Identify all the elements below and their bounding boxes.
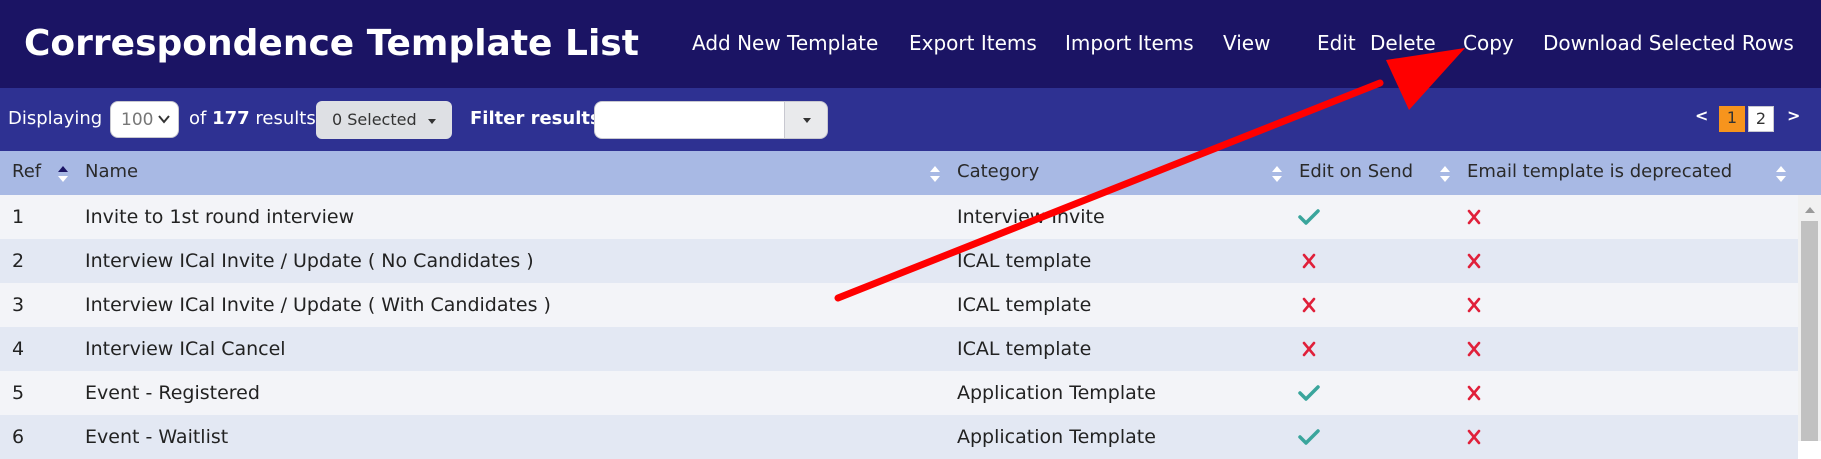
cross-icon (1463, 428, 1485, 446)
cell-category: Interview Invite (957, 206, 1105, 228)
page-size-select[interactable]: 100 (110, 101, 179, 138)
of-label: of (189, 108, 207, 129)
cell-name: Interview ICal Invite / Update ( With Ca… (85, 294, 551, 316)
cross-icon (1298, 252, 1320, 270)
sort-icon[interactable] (1271, 164, 1283, 184)
column-header-name[interactable]: Name (85, 161, 138, 182)
caret-down-icon (428, 119, 436, 124)
add-new-template-button[interactable]: Add New Template (692, 30, 878, 56)
cell-category: ICAL template (957, 338, 1092, 360)
check-icon (1298, 384, 1320, 402)
page-1-button[interactable]: 1 (1719, 106, 1745, 132)
results-count: of 177 results (189, 108, 316, 130)
column-header-ref[interactable]: Ref (12, 161, 41, 182)
cell-ref: 4 (12, 338, 25, 360)
cell-category: Application Template (957, 382, 1156, 404)
cell-name: Event - Registered (85, 382, 260, 404)
page-title: Correspondence Template List (24, 23, 639, 64)
edit-button[interactable]: Edit (1317, 30, 1356, 56)
cross-icon (1463, 252, 1485, 270)
cell-ref: 1 (12, 206, 25, 228)
cell-name: Interview ICal Cancel (85, 338, 286, 360)
column-header-category[interactable]: Category (957, 161, 1039, 182)
cell-name: Event - Waitlist (85, 426, 229, 448)
vertical-scrollbar[interactable] (1798, 195, 1821, 441)
cross-icon (1463, 340, 1485, 358)
page-2-button[interactable]: 2 (1748, 106, 1774, 132)
filter-input[interactable] (594, 101, 784, 139)
cell-ref: 3 (12, 294, 25, 316)
cell-name: Invite to 1st round interview (85, 206, 355, 228)
delete-button[interactable]: Delete (1370, 30, 1436, 56)
page-size-value: 100 (121, 110, 154, 130)
cell-category: Application Template (957, 426, 1156, 448)
export-items-button[interactable]: Export Items (909, 30, 1037, 56)
cross-icon (1463, 384, 1485, 402)
filter-dropdown-button[interactable] (784, 101, 828, 139)
copy-button[interactable]: Copy (1463, 30, 1514, 56)
cross-icon (1298, 296, 1320, 314)
displaying-label: Displaying (8, 108, 103, 129)
column-header-deprecated[interactable]: Email template is deprecated (1467, 161, 1732, 182)
filter-label: Filter results (470, 108, 601, 129)
cell-ref: 6 (12, 426, 25, 448)
scroll-up-arrow-icon[interactable] (1805, 207, 1815, 213)
total-results: 177 (212, 108, 250, 129)
check-icon (1298, 428, 1320, 446)
cross-icon (1463, 296, 1485, 314)
next-page-button[interactable]: > (1787, 106, 1800, 125)
scrollbar-thumb[interactable] (1801, 221, 1818, 441)
view-button[interactable]: View (1223, 30, 1270, 56)
check-icon (1298, 208, 1320, 226)
sort-icon[interactable] (1775, 164, 1787, 184)
cell-ref: 2 (12, 250, 25, 272)
download-selected-rows-button[interactable]: Download Selected Rows (1543, 30, 1794, 56)
sort-icon[interactable] (1439, 164, 1451, 184)
prev-page-button[interactable]: < (1695, 106, 1708, 125)
sort-ascending-icon[interactable] (57, 164, 69, 184)
column-header-edit-on-send[interactable]: Edit on Send (1299, 161, 1413, 182)
import-items-button[interactable]: Import Items (1065, 30, 1194, 56)
selected-count-label: 0 Selected (332, 110, 417, 129)
cell-name: Interview ICal Invite / Update ( No Cand… (85, 250, 534, 272)
selected-dropdown-button[interactable]: 0 Selected (316, 101, 452, 139)
cross-icon (1463, 208, 1485, 226)
table-row[interactable] (0, 371, 1798, 415)
chevron-down-icon (158, 115, 170, 124)
results-label: results (255, 108, 316, 129)
caret-down-icon (803, 118, 811, 123)
table-row[interactable] (0, 415, 1798, 459)
cell-category: ICAL template (957, 294, 1092, 316)
sort-icon[interactable] (929, 164, 941, 184)
cell-category: ICAL template (957, 250, 1092, 272)
cross-icon (1298, 340, 1320, 358)
cell-ref: 5 (12, 382, 25, 404)
